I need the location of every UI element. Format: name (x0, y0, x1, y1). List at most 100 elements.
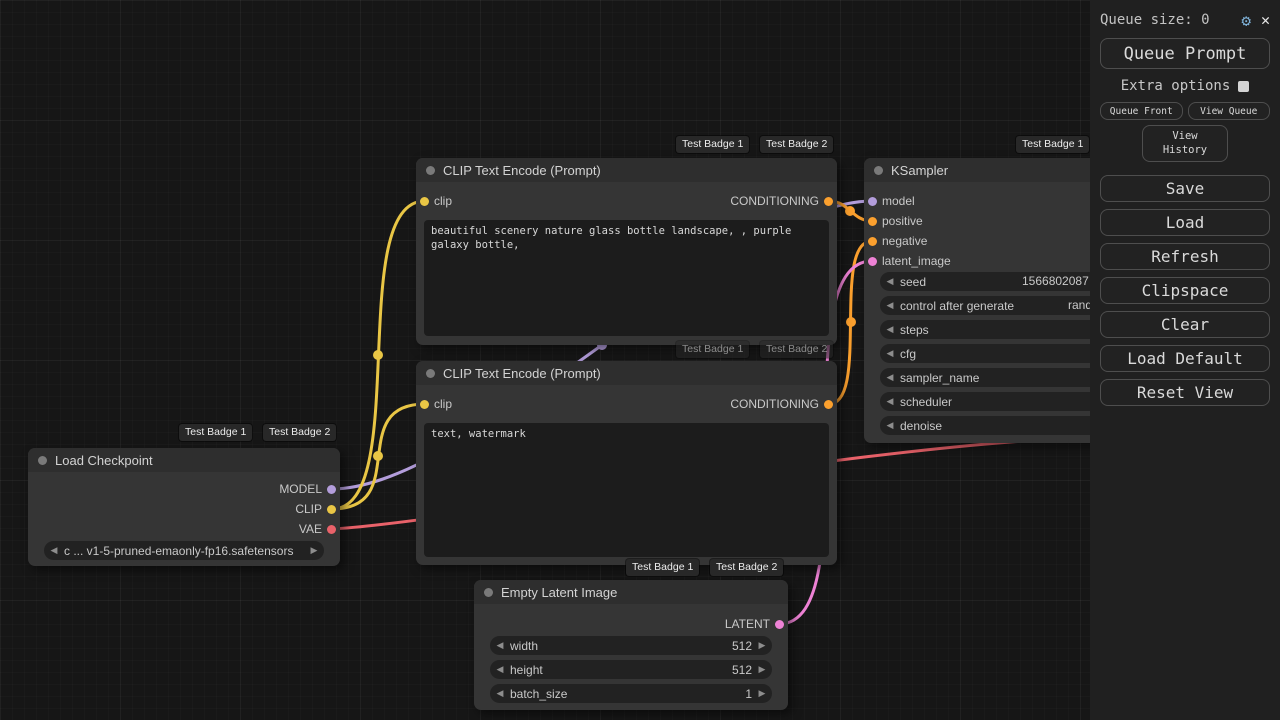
widget-value: 512 (731, 638, 752, 653)
collapse-dot-icon[interactable] (426, 165, 435, 175)
output-port-conditioning[interactable]: CONDITIONING (730, 192, 837, 210)
prompt-textarea[interactable]: text, watermark (424, 423, 829, 557)
port-dot-model[interactable] (868, 196, 877, 206)
port-label: CONDITIONING (730, 397, 819, 411)
node-graph-canvas[interactable]: Load Checkpoint MODEL CLIP VAE ◀ c ... v… (0, 0, 1280, 720)
port-dot-latent[interactable] (775, 619, 784, 629)
badge-clip-negative-1: Test Badge 1 (676, 341, 750, 358)
widget-name: batch_size (510, 686, 568, 701)
decrement-arrow-icon[interactable]: ◀ (880, 276, 900, 287)
collapse-dot-icon[interactable] (874, 165, 883, 175)
decrement-arrow-icon[interactable]: ◀ (490, 664, 510, 675)
port-label: CLIP (295, 502, 322, 516)
combo-left-arrow-icon[interactable]: ◀ (44, 545, 64, 556)
comfy-menu: Queue size: 0 ⚙ ✕ Queue Prompt Extra opt… (1090, 0, 1280, 720)
decrement-arrow-icon[interactable]: ◀ (880, 300, 900, 311)
refresh-button[interactable]: Refresh (1100, 243, 1270, 271)
widget-name: height (510, 662, 543, 677)
decrement-arrow-icon[interactable]: ◀ (490, 640, 510, 651)
node-load-checkpoint[interactable]: Load Checkpoint MODEL CLIP VAE ◀ c ... v… (28, 448, 340, 566)
badge-empty-latent-1: Test Badge 1 (626, 559, 700, 576)
output-port-latent[interactable]: LATENT (725, 615, 788, 633)
input-port-clip[interactable]: clip (416, 395, 452, 413)
widget-name: width (510, 638, 539, 653)
output-port-model[interactable]: MODEL (279, 480, 340, 498)
view-queue-button[interactable]: View Queue (1187, 102, 1270, 120)
badge-clip-negative-2: Test Badge 2 (760, 341, 834, 358)
prompt-textarea[interactable]: beautiful scenery nature glass bottle la… (424, 220, 829, 336)
decrement-arrow-icon[interactable]: ◀ (880, 396, 900, 407)
node-title: CLIP Text Encode (Prompt) (443, 365, 601, 381)
input-port-latent-image[interactable]: latent_image (864, 252, 951, 270)
collapse-dot-icon[interactable] (38, 455, 47, 465)
link-dot-cond-2[interactable] (846, 317, 856, 327)
decrement-arrow-icon[interactable]: ◀ (880, 372, 900, 383)
output-port-clip[interactable]: CLIP (295, 500, 340, 518)
node-title-bar[interactable]: Load Checkpoint (28, 448, 340, 472)
height-widget[interactable]: ◀ height 512 ▶ (490, 660, 772, 679)
port-dot-clip[interactable] (420, 399, 429, 409)
node-empty-latent-image[interactable]: Empty Latent Image LATENT ◀ width 512 ▶ … (474, 580, 788, 710)
link-dot-clip-1[interactable] (373, 350, 383, 360)
batch-size-widget[interactable]: ◀ batch_size 1 ▶ (490, 684, 772, 703)
input-port-negative[interactable]: negative (864, 232, 927, 250)
view-history-button[interactable]: View History (1142, 125, 1228, 163)
increment-arrow-icon[interactable]: ▶ (752, 688, 772, 699)
node-title: Empty Latent Image (501, 584, 618, 600)
input-port-positive[interactable]: positive (864, 212, 923, 230)
clear-button[interactable]: Clear (1100, 311, 1270, 339)
node-clip-text-encode-negative[interactable]: CLIP Text Encode (Prompt) clip CONDITION… (416, 361, 837, 565)
port-dot-clip[interactable] (327, 504, 336, 514)
node-title-bar[interactable]: CLIP Text Encode (Prompt) (416, 361, 837, 385)
ckpt-name-combo[interactable]: ◀ c ... v1-5-pruned-emaonly-fp16.safeten… (44, 541, 324, 560)
badge-empty-latent-2: Test Badge 2 (710, 559, 784, 576)
load-default-button[interactable]: Load Default (1100, 345, 1270, 373)
queue-prompt-button[interactable]: Queue Prompt (1100, 38, 1270, 69)
output-port-vae[interactable]: VAE (299, 520, 340, 538)
extra-options-checkbox[interactable] (1238, 80, 1250, 92)
port-label: LATENT (724, 617, 770, 631)
port-label: VAE (298, 522, 322, 536)
queue-size-label: Queue size: 0 (1100, 12, 1210, 28)
port-dot-conditioning[interactable] (824, 399, 833, 409)
port-dot-clip[interactable] (420, 196, 429, 206)
width-widget[interactable]: ◀ width 512 ▶ (490, 636, 772, 655)
close-icon[interactable]: ✕ (1261, 11, 1270, 29)
extra-options-label: Extra options (1120, 78, 1231, 94)
collapse-dot-icon[interactable] (484, 587, 493, 597)
port-label: positive (882, 214, 923, 228)
decrement-arrow-icon[interactable]: ◀ (880, 324, 900, 335)
port-label: clip (434, 194, 453, 208)
link-dot-cond-1[interactable] (845, 206, 855, 216)
link-dot-clip-2[interactable] (373, 451, 383, 461)
reset-view-button[interactable]: Reset View (1100, 379, 1270, 407)
port-dot-conditioning[interactable] (868, 216, 877, 226)
decrement-arrow-icon[interactable]: ◀ (880, 420, 900, 431)
port-label: latent_image (882, 254, 951, 268)
collapse-dot-icon[interactable] (426, 368, 435, 378)
output-port-conditioning[interactable]: CONDITIONING (730, 395, 837, 413)
queue-front-button[interactable]: Queue Front (1100, 102, 1183, 120)
load-button[interactable]: Load (1100, 209, 1270, 237)
node-title-bar[interactable]: CLIP Text Encode (Prompt) (416, 158, 837, 182)
port-dot-model[interactable] (327, 484, 336, 494)
combo-right-arrow-icon[interactable]: ▶ (304, 545, 324, 556)
port-dot-vae[interactable] (327, 524, 336, 534)
decrement-arrow-icon[interactable]: ◀ (880, 348, 900, 359)
port-dot-conditioning[interactable] (824, 196, 833, 206)
node-clip-text-encode-positive[interactable]: CLIP Text Encode (Prompt) clip CONDITION… (416, 158, 837, 345)
port-dot-conditioning[interactable] (868, 236, 877, 246)
increment-arrow-icon[interactable]: ▶ (752, 640, 772, 651)
input-port-model[interactable]: model (864, 192, 915, 210)
widget-value: 1566802087 (1022, 274, 1089, 288)
port-label: model (882, 194, 915, 208)
input-port-clip[interactable]: clip (416, 192, 452, 210)
increment-arrow-icon[interactable]: ▶ (752, 664, 772, 675)
decrement-arrow-icon[interactable]: ◀ (490, 688, 510, 699)
settings-gear-icon[interactable]: ⚙ (1241, 11, 1251, 30)
save-button[interactable]: Save (1100, 175, 1270, 203)
port-dot-latent[interactable] (868, 256, 877, 266)
node-title-bar[interactable]: Empty Latent Image (474, 580, 788, 604)
badge-load-checkpoint-1: Test Badge 1 (179, 424, 253, 441)
clipspace-button[interactable]: Clipspace (1100, 277, 1270, 305)
